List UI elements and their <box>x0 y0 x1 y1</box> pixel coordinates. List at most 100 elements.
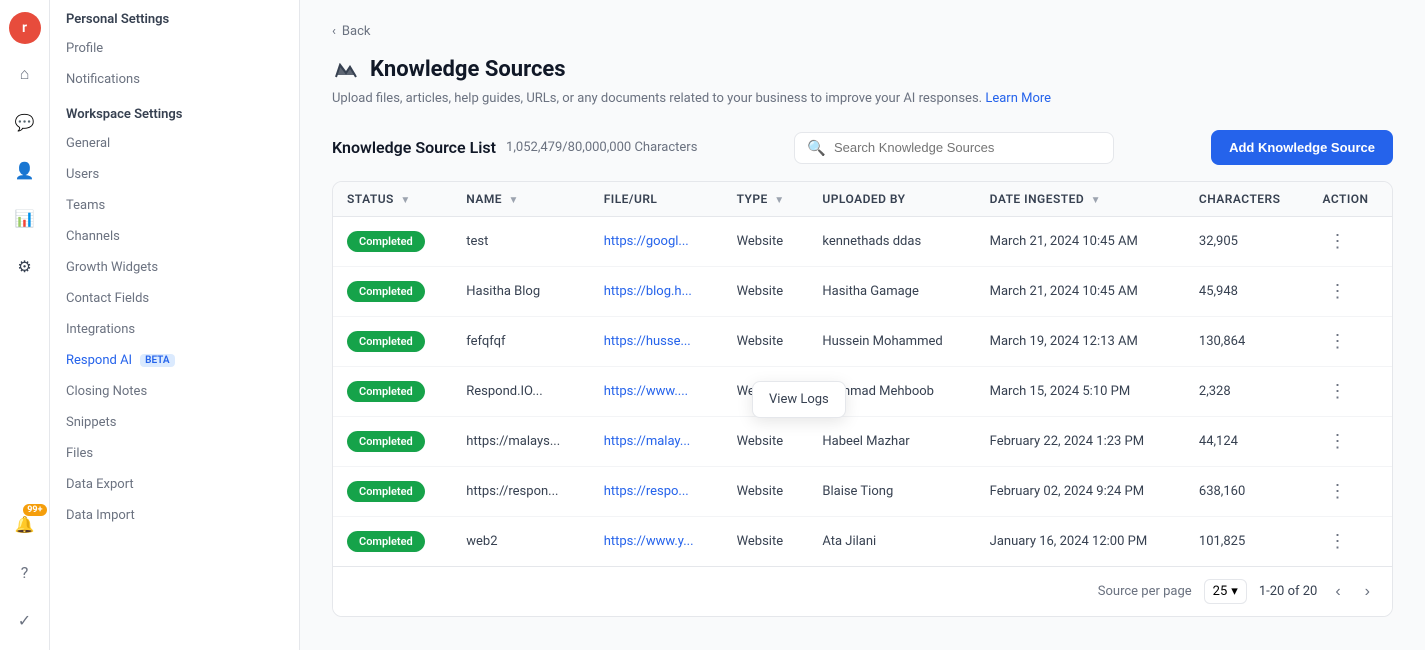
row-action-button[interactable]: ⋮ <box>1322 279 1352 304</box>
cell-action[interactable]: ⋮ <box>1308 417 1392 467</box>
main-content: ‹ Back Knowledge Sources Upload files, a… <box>300 0 1425 650</box>
cell-type: Website <box>723 467 809 517</box>
cell-date-ingested: March 21, 2024 10:45 AM <box>976 217 1185 267</box>
cell-action[interactable]: ⋮ <box>1308 467 1392 517</box>
table-row: Completed Respond.IO... https://www.... … <box>333 367 1392 417</box>
status-badge: Completed <box>347 331 425 352</box>
col-type[interactable]: TYPE ▼ <box>723 182 809 217</box>
row-action-button[interactable]: ⋮ <box>1322 529 1352 554</box>
cell-file-url[interactable]: https://blog.h... <box>590 267 723 317</box>
status-badge: Completed <box>347 231 425 252</box>
back-arrow-icon: ‹ <box>332 24 336 39</box>
cell-action[interactable]: ⋮ <box>1308 217 1392 267</box>
search-icon: 🔍 <box>807 139 826 157</box>
page-subtitle: Upload files, articles, help guides, URL… <box>332 91 1393 106</box>
chat-icon[interactable]: 💬 <box>7 104 43 140</box>
sidebar-item-notifications[interactable]: Notifications <box>50 64 299 95</box>
col-status[interactable]: STATUS ▼ <box>333 182 452 217</box>
cell-file-url[interactable]: https://googl... <box>590 217 723 267</box>
help-icon[interactable]: ? <box>7 554 43 590</box>
sidebar-item-data-import[interactable]: Data Import <box>50 500 299 531</box>
cell-file-url[interactable]: https://husse... <box>590 317 723 367</box>
row-action-button[interactable]: ⋮ <box>1322 429 1352 454</box>
row-action-button[interactable]: ⋮ <box>1322 329 1352 354</box>
contacts-icon[interactable]: 👤 <box>7 152 43 188</box>
cell-file-url[interactable]: https://www.y... <box>590 517 723 567</box>
sidebar-item-data-export[interactable]: Data Export <box>50 469 299 500</box>
sidebar-item-snippets[interactable]: Snippets <box>50 407 299 438</box>
sidebar-item-respond-ai[interactable]: Respond AI BETA <box>50 345 299 376</box>
table-row: Completed https://malays... https://mala… <box>333 417 1392 467</box>
cell-uploaded-by: Blaise Tiong <box>808 467 975 517</box>
cell-type: Website <box>723 417 809 467</box>
cell-name: web2 <box>452 517 589 567</box>
beta-badge: BETA <box>140 354 174 367</box>
sidebar-item-teams[interactable]: Teams <box>50 190 299 221</box>
table-row: Completed fefqfqf https://husse... Websi… <box>333 317 1392 367</box>
sidebar-item-users[interactable]: Users <box>50 159 299 190</box>
cell-date-ingested: February 02, 2024 9:24 PM <box>976 467 1185 517</box>
notifications-icon[interactable]: 🔔 99+ <box>7 506 43 542</box>
next-page-button[interactable]: › <box>1359 581 1376 603</box>
cell-name: Hasitha Blog <box>452 267 589 317</box>
cell-action[interactable]: ⋮ <box>1308 517 1392 567</box>
cell-file-url[interactable]: https://www.... <box>590 367 723 417</box>
sort-icon: ▼ <box>509 195 519 206</box>
per-page-select[interactable]: 25 ▾ <box>1204 579 1247 604</box>
cell-type: Website <box>723 267 809 317</box>
cell-file-url[interactable]: https://respo... <box>590 467 723 517</box>
url-link: https://www.y... <box>604 534 694 549</box>
cell-name: https://respon... <box>452 467 589 517</box>
cell-date-ingested: March 19, 2024 12:13 AM <box>976 317 1185 367</box>
settings-icon[interactable]: ⚙ <box>7 248 43 284</box>
cell-characters: 130,864 <box>1185 317 1309 367</box>
sidebar-item-contact-fields[interactable]: Contact Fields <box>50 283 299 314</box>
back-link[interactable]: ‹ Back <box>332 24 1393 39</box>
avatar[interactable]: r <box>9 12 41 44</box>
sidebar-nav: r ⌂ 💬 👤 📊 ⚙ 🔔 99+ ? ✓ <box>0 0 50 650</box>
cell-date-ingested: January 16, 2024 12:00 PM <box>976 517 1185 567</box>
status-badge: Completed <box>347 531 425 552</box>
sidebar-item-integrations[interactable]: Integrations <box>50 314 299 345</box>
col-characters: CHARACTERS <box>1185 182 1309 217</box>
sidebar-item-general[interactable]: General <box>50 128 299 159</box>
cell-type: Website <box>723 517 809 567</box>
sidebar-item-channels[interactable]: Channels <box>50 221 299 252</box>
url-link: https://googl... <box>604 234 689 249</box>
add-knowledge-source-button[interactable]: Add Knowledge Source <box>1211 130 1393 165</box>
check-icon[interactable]: ✓ <box>7 602 43 638</box>
col-name[interactable]: NAME ▼ <box>452 182 589 217</box>
row-action-button[interactable]: ⋮ <box>1322 479 1352 504</box>
cell-characters: 32,905 <box>1185 217 1309 267</box>
home-icon[interactable]: ⌂ <box>7 56 43 92</box>
view-logs-popup[interactable]: View Logs <box>752 381 846 418</box>
cell-uploaded-by: kennethads ddas <box>808 217 975 267</box>
cell-action[interactable]: ⋮ <box>1308 267 1392 317</box>
status-badge: Completed <box>347 431 425 452</box>
prev-page-button[interactable]: ‹ <box>1329 581 1346 603</box>
cell-action[interactable]: ⋮ <box>1308 367 1392 417</box>
url-link: https://respo... <box>604 484 689 499</box>
cell-action[interactable]: ⋮ <box>1308 317 1392 367</box>
cell-file-url[interactable]: https://malay... <box>590 417 723 467</box>
sidebar-item-files[interactable]: Files <box>50 438 299 469</box>
source-per-page-label: Source per page <box>1098 584 1192 599</box>
url-link: https://blog.h... <box>604 284 692 299</box>
page-title: Knowledge Sources <box>370 57 566 82</box>
learn-more-link[interactable]: Learn More <box>985 91 1051 106</box>
col-date-ingested[interactable]: DATE INGESTED ▼ <box>976 182 1185 217</box>
reports-icon[interactable]: 📊 <box>7 200 43 236</box>
sidebar-item-closing-notes[interactable]: Closing Notes <box>50 376 299 407</box>
search-input[interactable] <box>834 140 1101 155</box>
col-file-url[interactable]: FILE/URL <box>590 182 723 217</box>
status-badge: Completed <box>347 381 425 402</box>
status-badge: Completed <box>347 481 425 502</box>
row-action-button[interactable]: ⋮ <box>1322 229 1352 254</box>
table-header-row: STATUS ▼ NAME ▼ FILE/URL TYPE ▼ UPLOADED… <box>333 182 1392 217</box>
chevron-down-icon: ▾ <box>1231 584 1238 599</box>
col-uploaded-by[interactable]: UPLOADED BY <box>808 182 975 217</box>
sidebar-item-growth-widgets[interactable]: Growth Widgets <box>50 252 299 283</box>
row-action-button[interactable]: ⋮ <box>1322 379 1352 404</box>
sidebar-item-profile[interactable]: Profile <box>50 33 299 64</box>
cell-uploaded-by: Habeel Mazhar <box>808 417 975 467</box>
